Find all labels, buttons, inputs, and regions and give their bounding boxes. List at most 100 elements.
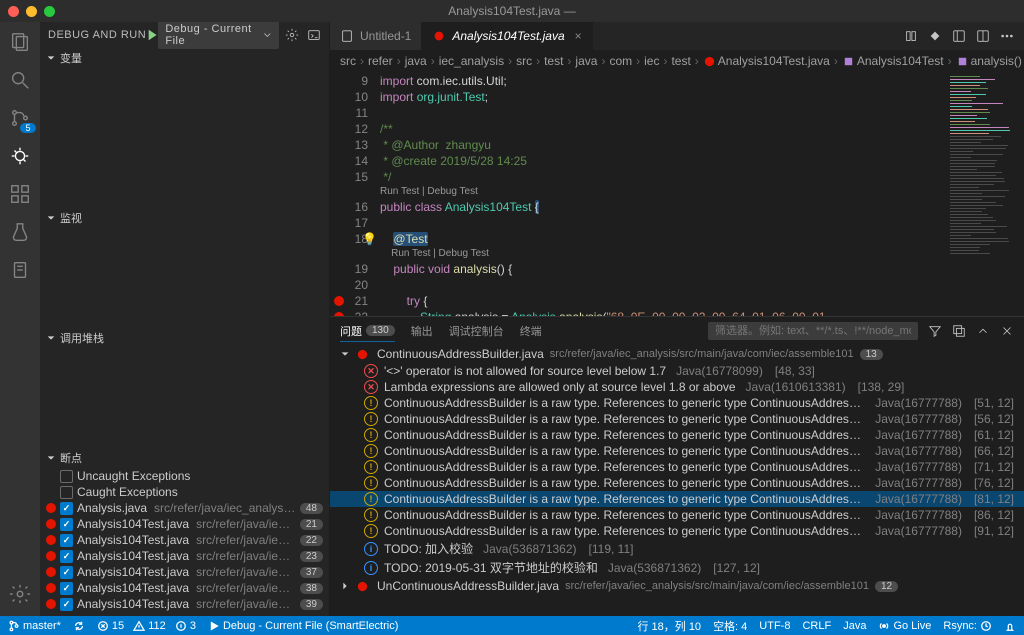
breadcrumb-item[interactable]: iec_analysis [439, 54, 504, 68]
checkbox[interactable] [60, 486, 73, 499]
editor-tab[interactable]: Analysis104Test.java× [422, 22, 592, 50]
problem-item[interactable]: !ContinuousAddressBuilder is a raw type.… [330, 395, 1024, 411]
breakpoint-item[interactable]: Analysis104Test.javasrc/refer/java/iec_a… [40, 580, 329, 596]
tab-terminal[interactable]: 终端 [520, 321, 542, 341]
breadcrumb-item[interactable]: java [405, 54, 427, 68]
problem-item[interactable]: !ContinuousAddressBuilder is a raw type.… [330, 459, 1024, 475]
breakpoints-section-header[interactable]: 断点 [40, 448, 329, 468]
filter-icon[interactable] [928, 324, 942, 338]
collapse-all-icon[interactable] [952, 324, 966, 338]
rsync-item[interactable]: Rsync: [943, 618, 992, 634]
watch-section-header[interactable]: 监视 [40, 208, 329, 228]
language-item[interactable]: Java [843, 618, 866, 634]
breadcrumb-item[interactable]: Analysis104Test.java [703, 54, 830, 68]
checkbox[interactable] [60, 566, 73, 579]
encoding-item[interactable]: UTF-8 [759, 618, 790, 634]
editor-gutter[interactable]: 9101112131415 161718 1920212223 [330, 72, 380, 316]
notifications-item[interactable] [1004, 618, 1016, 634]
problem-item[interactable]: !ContinuousAddressBuilder is a raw type.… [330, 443, 1024, 459]
breadcrumb-item[interactable]: refer [368, 54, 393, 68]
breadcrumb-item[interactable]: src [516, 54, 532, 68]
settings-icon[interactable] [8, 582, 32, 606]
debug-launch-item[interactable]: Debug - Current File (SmartElectric) [208, 620, 398, 632]
breakpoint-item[interactable]: Analysis104Test.javasrc/refer/java/iec_a… [40, 516, 329, 532]
checkbox[interactable] [60, 550, 73, 563]
problem-item[interactable]: !ContinuousAddressBuilder is a raw type.… [330, 427, 1024, 443]
breadcrumb-item[interactable]: Analysis104Test [842, 54, 944, 68]
exception-breakpoint-item[interactable]: Caught Exceptions [40, 484, 329, 500]
problem-item[interactable]: !ContinuousAddressBuilder is a raw type.… [330, 491, 1024, 507]
checkbox[interactable] [60, 534, 73, 547]
problems-filter-input[interactable] [708, 322, 918, 340]
checkbox[interactable] [60, 518, 73, 531]
minimap[interactable] [944, 72, 1024, 316]
editor-tab[interactable]: Untitled-1 [330, 22, 422, 50]
launch-config-select[interactable]: Debug - Current File [158, 21, 279, 49]
checkbox[interactable] [60, 598, 73, 611]
problem-item[interactable]: ✕Lambda expressions are allowed only at … [330, 379, 1024, 395]
breadcrumb-item[interactable]: iec [644, 54, 659, 68]
tab-debug-console[interactable]: 调试控制台 [449, 321, 504, 341]
breadcrumb-item[interactable]: java [575, 54, 597, 68]
indentation-item[interactable]: 空格: 4 [713, 618, 747, 634]
breakpoint-glyph[interactable] [334, 312, 344, 316]
gear-icon[interactable] [285, 28, 299, 42]
explorer-icon[interactable] [8, 30, 32, 54]
diamond-icon[interactable] [928, 29, 942, 43]
checkbox[interactable] [60, 470, 73, 483]
test-icon[interactable] [8, 220, 32, 244]
tab-problems[interactable]: 问题130 [340, 321, 395, 342]
breakpoint-item[interactable]: Analysis.javasrc/refer/java/iec_analysis… [40, 500, 329, 516]
codelens[interactable]: Run Test | Debug Test [380, 247, 944, 261]
variables-section-header[interactable]: 变量 [40, 48, 329, 68]
problems-file-row[interactable]: UnContinuousAddressBuilder.java src/refe… [330, 577, 1024, 595]
editor-content[interactable]: import com.iec.utils.Util;import org.jun… [380, 72, 944, 316]
callstack-section-header[interactable]: 调用堆栈 [40, 328, 329, 348]
problem-item[interactable]: ✕'<>' operator is not allowed for source… [330, 363, 1024, 379]
problem-item[interactable]: !ContinuousAddressBuilder is a raw type.… [330, 523, 1024, 539]
errors-item[interactable]: 15 112 3 [97, 620, 196, 632]
exception-breakpoint-item[interactable]: Uncaught Exceptions [40, 468, 329, 484]
breadcrumbs[interactable]: src›refer›java›iec_analysis›src›test›jav… [330, 50, 1024, 72]
breadcrumb-item[interactable]: test [671, 54, 690, 68]
compare-icon[interactable] [904, 29, 918, 43]
run-icon[interactable] [146, 28, 158, 42]
breadcrumb-item[interactable]: analysis() [956, 54, 1022, 68]
search-icon[interactable] [8, 68, 32, 92]
checkbox[interactable] [60, 582, 73, 595]
breakpoint-item[interactable]: Analysis104Test.javasrc/refer/java/iec_a… [40, 596, 329, 612]
debug-icon[interactable] [8, 144, 32, 168]
problem-item[interactable]: !ContinuousAddressBuilder is a raw type.… [330, 475, 1024, 491]
problems-list[interactable]: ContinuousAddressBuilder.java src/refer/… [330, 345, 1024, 616]
golive-item[interactable]: Go Live [878, 618, 931, 634]
breadcrumb-item[interactable]: com [609, 54, 632, 68]
eol-item[interactable]: CRLF [802, 618, 831, 634]
tab-output[interactable]: 输出 [411, 321, 433, 341]
breadcrumb-item[interactable]: test [544, 54, 563, 68]
checkbox[interactable] [60, 502, 73, 515]
extensions-icon[interactable] [8, 182, 32, 206]
chevron-up-icon[interactable] [976, 324, 990, 338]
text-editor[interactable]: 9101112131415 161718 1920212223 import c… [330, 72, 1024, 316]
problem-item[interactable]: !ContinuousAddressBuilder is a raw type.… [330, 411, 1024, 427]
split-editor-icon[interactable] [976, 29, 990, 43]
problem-item[interactable]: iTODO: 加入校验Java(536871362)[119, 11] [330, 539, 1024, 558]
breakpoint-glyph[interactable] [334, 296, 344, 306]
cursor-position-item[interactable]: 行 18，列 10 [637, 618, 701, 634]
close-tab-icon[interactable]: × [575, 29, 582, 43]
more-icon[interactable] [1000, 29, 1014, 43]
breakpoint-item[interactable]: Analysis104Test.javasrc/refer/java/iec_a… [40, 548, 329, 564]
problems-file-row[interactable]: ContinuousAddressBuilder.java src/refer/… [330, 345, 1024, 363]
git-branch-item[interactable]: master* [8, 620, 61, 632]
breadcrumb-item[interactable]: src [340, 54, 356, 68]
breakpoint-item[interactable]: Analysis104Test.javasrc/refer/java/iec_a… [40, 532, 329, 548]
problem-item[interactable]: !ContinuousAddressBuilder is a raw type.… [330, 507, 1024, 523]
console-icon[interactable] [307, 28, 321, 42]
problem-item[interactable]: iTODO: 2019-05-31 双字节地址的校验和Java(53687136… [330, 558, 1024, 577]
sync-item[interactable] [73, 620, 85, 632]
source-control-icon[interactable] [8, 106, 32, 130]
bookmark-icon[interactable] [8, 258, 32, 282]
open-preview-icon[interactable] [952, 29, 966, 43]
codelens[interactable]: Run Test | Debug Test [380, 185, 944, 199]
breakpoint-item[interactable]: Analysis104Test.javasrc/refer/java/iec_a… [40, 564, 329, 580]
